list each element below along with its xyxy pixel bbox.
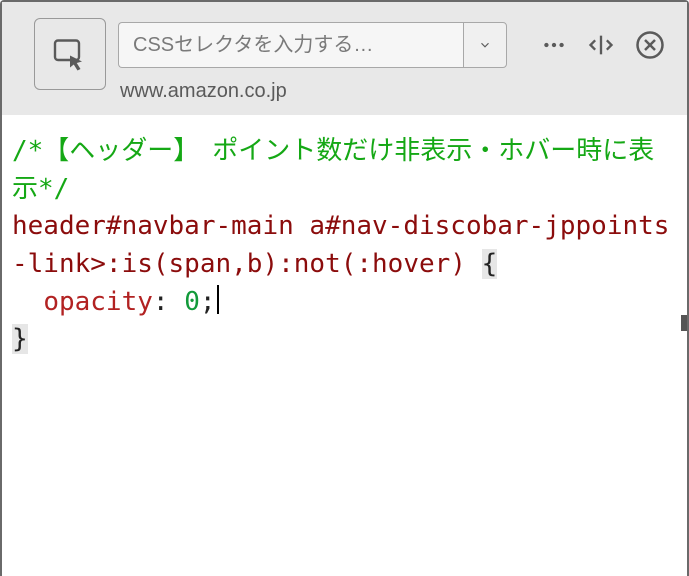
- code-colon: :: [153, 287, 184, 317]
- toolbar-right: [519, 18, 667, 62]
- scroll-indicator: [681, 315, 687, 331]
- element-picker-button[interactable]: [34, 18, 106, 90]
- code-selector: header#navbar-main a#nav-discobar-jppoin…: [12, 211, 669, 279]
- code-comment: /*【ヘッダー】 ポイント数だけ非表示・ホバー時に表示*/: [12, 136, 654, 204]
- code-property: opacity: [43, 287, 153, 317]
- domain-label: www.amazon.co.jp: [118, 80, 507, 103]
- more-horizontal-icon: [541, 32, 567, 58]
- close-icon: [635, 30, 665, 60]
- toolbar-middle: www.amazon.co.jp: [118, 18, 507, 103]
- dock-side-icon: [587, 31, 615, 59]
- toolbar: www.amazon.co.jp: [2, 2, 687, 115]
- selector-row: [118, 22, 507, 68]
- close-button[interactable]: [633, 28, 667, 62]
- chevron-down-icon: [478, 38, 492, 52]
- brace-close: }: [12, 324, 28, 354]
- code-editor[interactable]: /*【ヘッダー】 ポイント数だけ非表示・ホバー時に表示*/ header#nav…: [2, 115, 687, 576]
- selector-input[interactable]: [118, 22, 463, 68]
- brace-open: {: [482, 249, 498, 279]
- element-picker-icon: [52, 36, 88, 72]
- code-value: 0: [184, 287, 200, 317]
- more-button[interactable]: [539, 30, 569, 60]
- code-semicolon: ;: [200, 287, 216, 317]
- dock-side-button[interactable]: [585, 29, 617, 61]
- selector-dropdown[interactable]: [463, 22, 507, 68]
- text-cursor: [217, 285, 219, 314]
